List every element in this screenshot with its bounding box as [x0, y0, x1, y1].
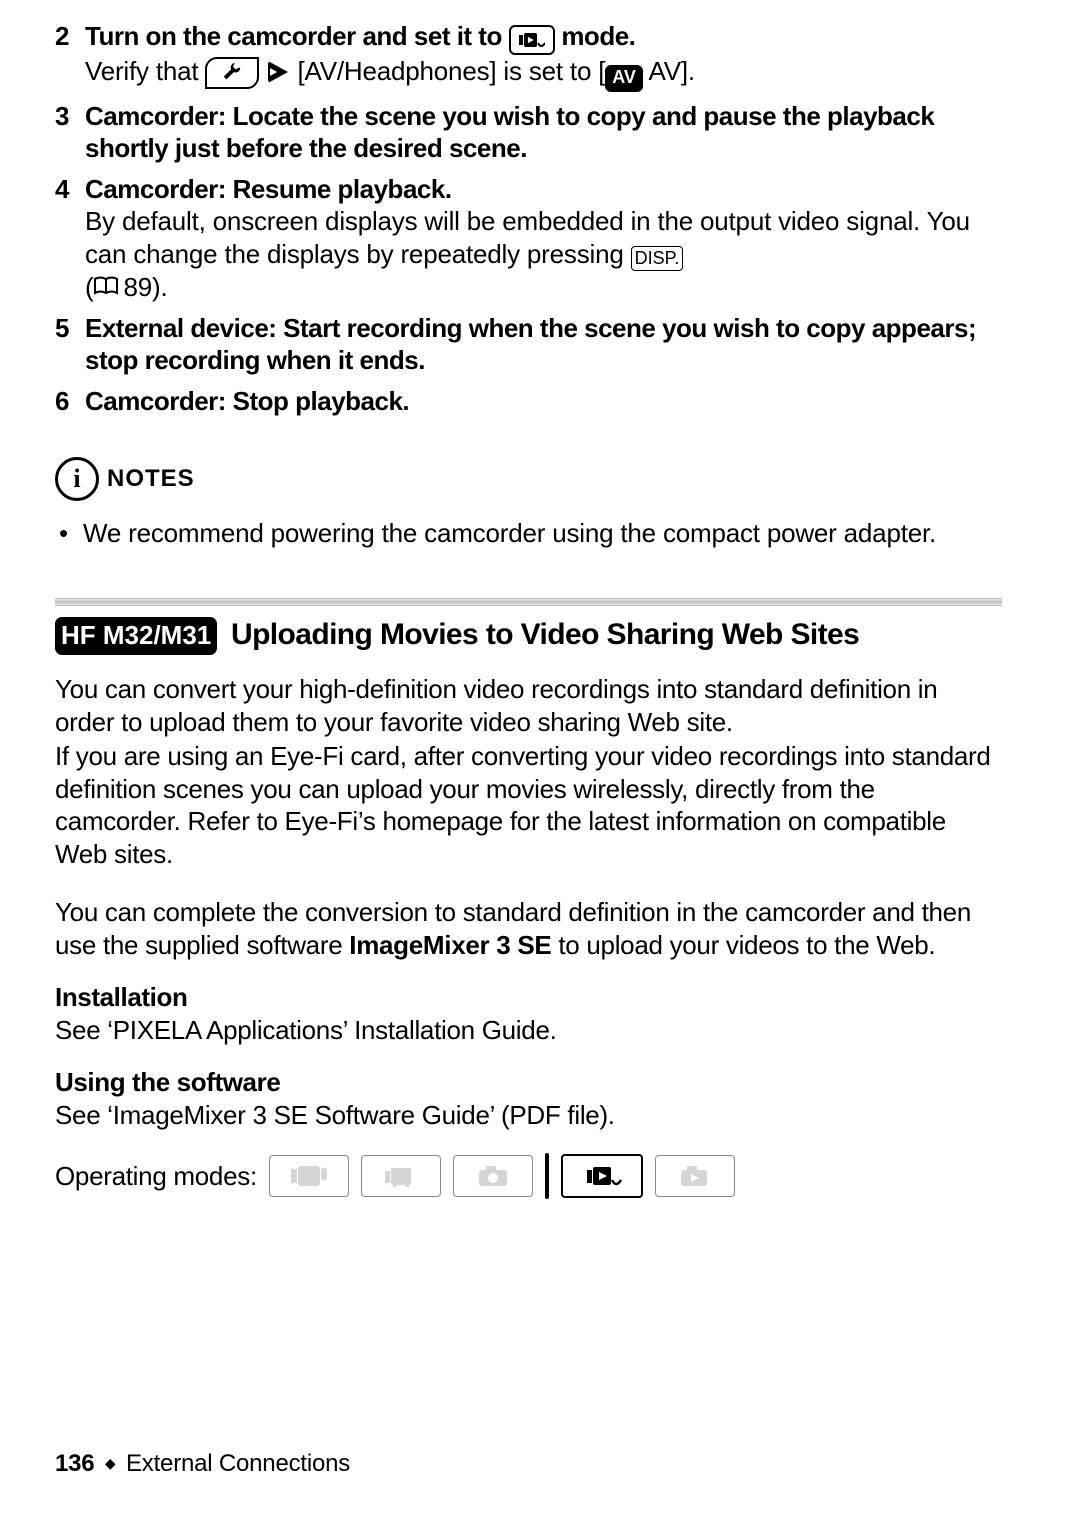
step-5: 5 External device: Start recording when …: [55, 312, 1002, 377]
step-number: 6: [55, 385, 85, 418]
note-item: We recommend powering the camcorder usin…: [83, 517, 1002, 550]
step-heading: Camcorder: Stop playback.: [85, 385, 1002, 418]
notes-list: We recommend powering the camcorder usin…: [55, 517, 1002, 550]
step-number: 2: [55, 20, 85, 92]
navigate-arrow-icon: [268, 61, 288, 83]
installation-body: See ‘PIXELA Applications’ Installation G…: [55, 1014, 1002, 1047]
notes-header: i NOTES: [55, 457, 1002, 501]
chapter-name: External Connections: [126, 1450, 350, 1477]
step-number: 4: [55, 173, 85, 304]
section-paragraph: You can convert your high-definition vid…: [55, 673, 1002, 738]
section-paragraph: If you are using an Eye-Fi card, after c…: [55, 740, 1002, 870]
numbered-steps: 2 Turn on the camcorder and set it to mo…: [55, 20, 1002, 417]
step-heading: Turn on the camcorder and set it to mode…: [85, 20, 1002, 55]
section-divider: [55, 598, 1002, 606]
notes-label: NOTES: [107, 464, 195, 494]
operating-modes-row: Operating modes:: [55, 1153, 1002, 1199]
step-description: By default, onscreen displays will be em…: [85, 205, 1002, 304]
info-icon: i: [55, 457, 99, 501]
step-2: 2 Turn on the camcorder and set it to mo…: [55, 20, 1002, 92]
using-software-heading: Using the software: [55, 1066, 1002, 1099]
step-6: 6 Camcorder: Stop playback.: [55, 385, 1002, 418]
mode-group-divider: [545, 1153, 549, 1199]
page-footer: 136 ◆ External Connections: [55, 1449, 350, 1479]
using-software-body: See ‘ImageMixer 3 SE Software Guide’ (PD…: [55, 1099, 1002, 1132]
step-heading: External device: Start recording when th…: [85, 312, 1002, 377]
installation-heading: Installation: [55, 981, 1002, 1014]
step-4: 4 Camcorder: Resume playback. By default…: [55, 173, 1002, 304]
step-description: Verify that [AV/Headphones] is set to [A…: [85, 55, 1002, 92]
software-name: ImageMixer 3 SE: [349, 930, 551, 960]
photo-playback-mode-icon: [655, 1155, 735, 1197]
model-badge: HF M32/M31: [55, 617, 217, 656]
photo-mode-icon: [453, 1155, 533, 1197]
section-paragraph: You can complete the conversion to stand…: [55, 896, 1002, 961]
section-heading: HF M32/M31 Uploading Movies to Video Sha…: [55, 616, 1002, 656]
wrench-menu-icon: [205, 57, 259, 89]
playback-mode-icon: [509, 25, 555, 55]
step-3: 3 Camcorder: Locate the scene you wish t…: [55, 100, 1002, 165]
av-badge: AV: [605, 65, 643, 92]
manual-record-mode-icon: [361, 1155, 441, 1197]
step-heading: Camcorder: Locate the scene you wish to …: [85, 100, 1002, 165]
operating-modes-label: Operating modes:: [55, 1160, 257, 1193]
disp-button-icon: DISP.: [631, 246, 684, 272]
auto-mode-icon: [269, 1155, 349, 1197]
footer-separator-icon: ◆: [105, 1455, 116, 1471]
page-reference-icon: [93, 276, 123, 296]
section-title: Uploading Movies to Video Sharing Web Si…: [231, 618, 859, 651]
page-number: 136: [55, 1450, 94, 1477]
step-number: 3: [55, 100, 85, 165]
movie-playback-mode-icon: [561, 1154, 643, 1198]
step-heading: Camcorder: Resume playback.: [85, 173, 1002, 206]
step-number: 5: [55, 312, 85, 377]
